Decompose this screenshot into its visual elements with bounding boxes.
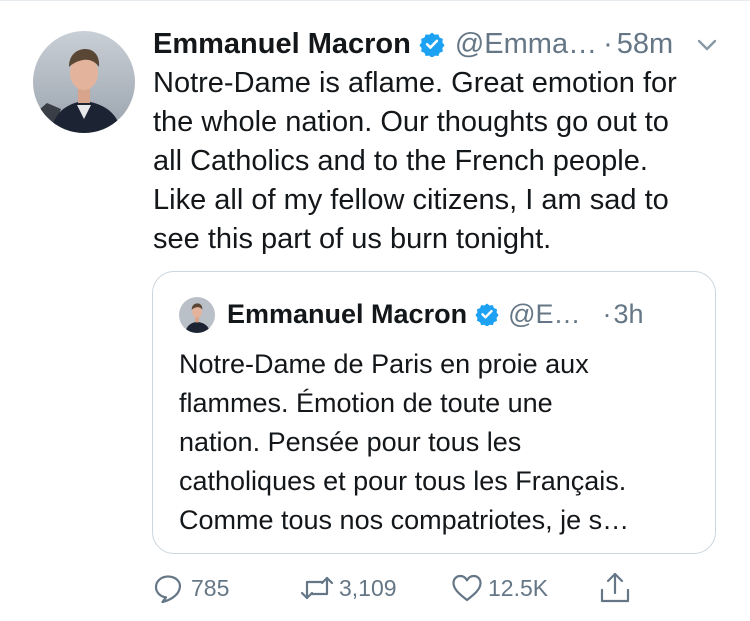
reply-count: 785 <box>191 574 230 601</box>
tweet-text-line: the whole nation. Our thoughts go out to <box>153 106 669 138</box>
quoted-timestamp: 3h <box>613 298 644 329</box>
action-bar: 785 3,109 12.5K <box>152 568 652 608</box>
quoted-tweet-text: Notre-Dame de Paris en proie aux flammes… <box>179 345 699 540</box>
quoted-text-line: nation. Pensée pour tous les <box>179 427 522 457</box>
tweet-header: Emmanuel Macron @Emma… · 58m <box>153 27 733 61</box>
tweet-text-line: see this part of us burn tonight. <box>153 223 552 255</box>
quoted-text-line: Notre-Dame de Paris en proie aux <box>179 349 589 379</box>
share-icon <box>600 572 630 603</box>
retweet-count: 3,109 <box>339 574 397 601</box>
tweet-text-line: Notre-Dame is aflame. Great emotion for <box>153 67 677 99</box>
quoted-avatar <box>179 297 215 333</box>
reply-button[interactable]: 785 <box>152 568 229 608</box>
quoted-author-handle: @E… <box>508 298 581 329</box>
quoted-author-name: Emmanuel Macron <box>227 298 468 329</box>
quoted-tweet-card[interactable]: Emmanuel Macron @E… · 3h Notre-Dame de P… <box>152 271 716 554</box>
like-count: 12.5K <box>488 574 549 601</box>
retweet-icon <box>300 576 334 600</box>
like-icon <box>452 574 482 602</box>
author-name[interactable]: Emmanuel Macron <box>153 28 411 61</box>
tweet: Emmanuel Macron @Emma… · 58m Notre-Dame … <box>0 0 750 621</box>
avatar[interactable] <box>33 31 135 133</box>
separator-dot: · <box>602 298 612 329</box>
verified-badge-icon <box>475 303 499 326</box>
tweet-text: Notre-Dame is aflame. Great emotion for … <box>153 64 733 259</box>
quoted-text-line: catholiques et pour tous les Français. <box>179 466 627 496</box>
quoted-header: Emmanuel Macron @E… · 3h <box>227 296 697 332</box>
tweet-text-line: Like all of my fellow citizens, I am sad… <box>153 184 669 216</box>
share-button[interactable] <box>598 568 632 608</box>
like-button[interactable]: 12.5K <box>450 568 548 608</box>
reply-icon <box>154 575 182 604</box>
timestamp[interactable]: 58m <box>617 28 673 61</box>
quoted-text-line: flammes. Émotion de toute une <box>179 388 553 418</box>
separator-dot: · <box>603 27 613 60</box>
verified-badge-icon <box>419 32 445 57</box>
author-handle[interactable]: @Emma… <box>455 28 597 61</box>
chevron-down-icon[interactable] <box>692 30 722 60</box>
tweet-text-line: all Catholics and to the French people. <box>153 145 648 177</box>
retweet-button[interactable]: 3,109 <box>298 568 397 608</box>
quoted-text-line: Comme tous nos compatriotes, je s… <box>179 505 630 535</box>
